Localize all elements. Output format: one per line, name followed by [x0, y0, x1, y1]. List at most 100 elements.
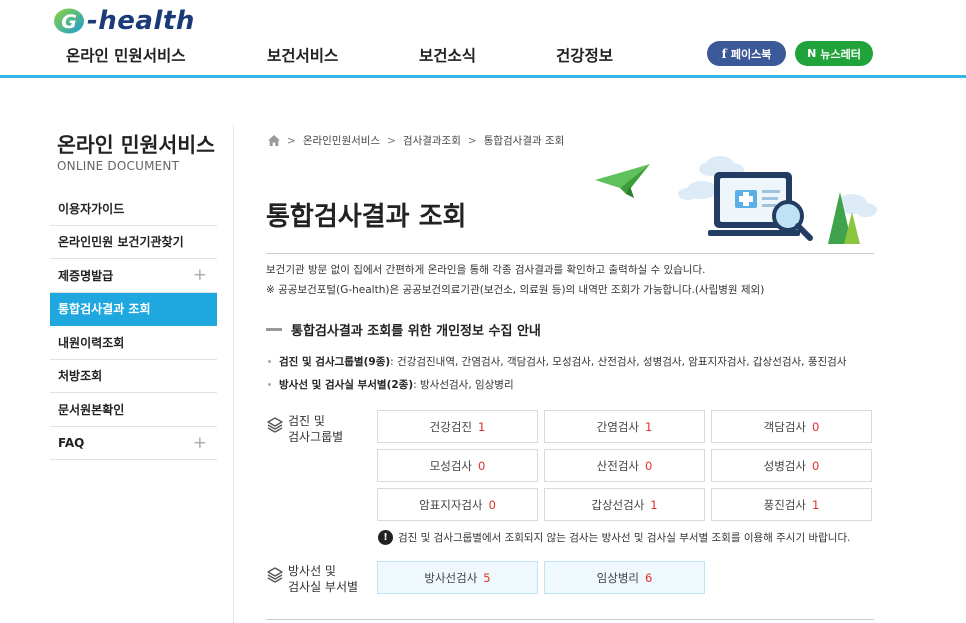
breadcrumb-separator: > [467, 134, 477, 147]
test-cell-maternal[interactable]: 모성검사 0 [377, 449, 538, 482]
gnb-health-news[interactable]: 보건소식 [419, 44, 476, 66]
sidebar-item-label: 이용자가이드 [58, 201, 125, 216]
test-count: 6 [645, 570, 653, 585]
group-notice: ! 검진 및 검사그룹별에서 조회되지 않는 검사는 방사선 및 검사실 부서별… [378, 530, 850, 545]
test-cell-label: 모성검사 [429, 458, 472, 473]
sidebar-item-user-guide[interactable]: 이용자가이드 [50, 192, 217, 226]
test-cell-thyroid[interactable]: 갑상선검사 1 [544, 488, 705, 521]
test-count: 0 [812, 419, 820, 434]
test-cell-sputum[interactable]: 객담검사 0 [711, 410, 872, 443]
sidebar-title: 온라인 민원서비스 [57, 133, 216, 157]
sidebar-item-label: 문서원본확인 [58, 402, 125, 417]
newsletter-icon: N [807, 47, 817, 60]
bottom-divider [266, 619, 874, 620]
test-cell-prenatal[interactable]: 산전검사 0 [544, 449, 705, 482]
group-label-line: 방사선 및 [288, 564, 336, 578]
breadcrumb-current: 통합검사결과 조회 [483, 135, 565, 147]
expand-plus-icon[interactable]: + [193, 265, 207, 285]
sidebar-item-faq[interactable]: FAQ + [50, 427, 217, 460]
test-cell-radiology[interactable]: 방사선검사 5 [377, 561, 538, 594]
group-label-line: 검진 및 [288, 414, 325, 428]
page-title: 통합검사결과 조회 [266, 202, 467, 232]
g-health-logo[interactable]: G -health [52, 6, 195, 36]
test-cell-rubella[interactable]: 풍진검사 1 [711, 488, 872, 521]
sidebar-item-label: 처방조회 [58, 369, 103, 384]
monitor-search-illustration [595, 156, 877, 244]
sidebar-divider [233, 125, 234, 623]
sidebar-item-visit-history[interactable]: 내원이력조회 [50, 326, 217, 360]
section-title-text: 통합검사결과 조회를 위한 개인정보 수집 안내 [291, 324, 541, 339]
newsletter-button[interactable]: N 뉴스레터 [795, 41, 873, 66]
test-count: 1 [478, 419, 486, 434]
test-cell-label: 건강검진 [429, 419, 472, 434]
logo-text: -health [87, 6, 195, 36]
exclamation-icon: ! [378, 530, 393, 545]
paper-plane-icon [595, 164, 650, 198]
layers-icon [267, 417, 283, 433]
gnb-online-service[interactable]: 온라인 민원서비스 [66, 44, 185, 66]
title-divider [266, 253, 874, 254]
bullet-bold: 방사선 및 검사실 부서별(2종) [279, 379, 414, 391]
sidebar-subtitle: ONLINE DOCUMENT [57, 159, 180, 173]
sidebar-item-prescription[interactable]: 처방조회 [50, 360, 217, 393]
test-count: 0 [478, 458, 486, 473]
breadcrumb-test-results[interactable]: 검사결과조회 [403, 133, 461, 148]
bullet-dot [268, 360, 271, 363]
home-icon[interactable] [268, 135, 280, 146]
group-label-department: 방사선 및 검사실 부서별 [266, 563, 358, 595]
test-count: 1 [645, 419, 653, 434]
test-cell-label: 임상병리 [596, 570, 639, 585]
bullet-text: : 건강검진내역, 간염검사, 객담검사, 모성검사, 산전검사, 성병검사, … [390, 356, 847, 368]
test-cell-label: 풍진검사 [763, 497, 806, 512]
test-cell-label: 간염검사 [596, 419, 639, 434]
test-cell-std[interactable]: 성병검사 0 [711, 449, 872, 482]
sidebar-item-label: 통합검사결과 조회 [58, 302, 151, 317]
g-logo-icon: G [54, 8, 84, 34]
gnb-health-service[interactable]: 보건서비스 [267, 44, 338, 66]
sidebar-menu: 이용자가이드 온라인민원 보건기관찾기 제증명발급 + 통합검사결과 조회 내원이… [50, 192, 217, 460]
test-cell-label: 산전검사 [596, 458, 639, 473]
header: G -health 온라인 민원서비스 보건서비스 보건소식 건강정보 f 페이… [0, 0, 966, 78]
description-text: 보건기관 방문 없이 집에서 간편하게 온라인을 통해 각종 검사결과를 확인하… [266, 264, 706, 276]
test-count: 0 [645, 458, 653, 473]
test-count: 0 [812, 458, 820, 473]
test-cell-health-checkup[interactable]: 건강검진 1 [377, 410, 538, 443]
test-count: 1 [812, 497, 820, 512]
bullet-item: 검진 및 검사그룹별(9종) : 건강검진내역, 간염검사, 객담검사, 모성검… [266, 354, 847, 369]
bullet-text: : 방사선검사, 임상병리 [413, 379, 514, 391]
test-cell-label: 갑상선검사 [591, 497, 645, 512]
svg-text:G: G [61, 11, 77, 33]
sidebar-item-certificate[interactable]: 제증명발급 + [50, 259, 217, 293]
newsletter-label: 뉴스레터 [820, 47, 861, 61]
test-cell-hepatitis[interactable]: 간염검사 1 [544, 410, 705, 443]
test-cell-label: 객담검사 [763, 419, 806, 434]
test-count: 0 [488, 497, 496, 512]
sidebar-item-label: 제증명발급 [58, 268, 114, 283]
bullet-item: 방사선 및 검사실 부서별(2종) : 방사선검사, 임상병리 [266, 377, 514, 392]
section-title: 통합검사결과 조회를 위한 개인정보 수집 안내 [266, 320, 541, 339]
breadcrumb-separator: > [287, 134, 296, 147]
group-label-line: 검사그룹별 [288, 430, 344, 444]
test-cell-label: 성병검사 [763, 458, 806, 473]
sidebar-item-label: 온라인민원 보건기관찾기 [58, 235, 184, 250]
breadcrumb-separator: > [387, 134, 396, 147]
test-cell-clinical-pathology[interactable]: 임상병리 6 [544, 561, 705, 594]
facebook-button[interactable]: f 페이스북 [707, 41, 786, 66]
test-count: 5 [483, 570, 491, 585]
group-label-line: 검사실 부서별 [288, 580, 359, 594]
breadcrumb-online-service[interactable]: 온라인민원서비스 [303, 133, 380, 148]
facebook-icon: f [721, 46, 727, 61]
sidebar-item-test-results[interactable]: 통합검사결과 조회 [50, 292, 217, 326]
facebook-label: 페이스북 [730, 47, 772, 61]
sidebar-item-find-institution[interactable]: 온라인민원 보건기관찾기 [50, 226, 217, 259]
gnb-health-info[interactable]: 건강정보 [556, 44, 613, 66]
bullet-dot [268, 383, 271, 386]
section-bar [266, 328, 282, 331]
notice-text: ※ 공공보건포털(G-health)은 공공보건의료기관(보건소, 의료원 등)… [266, 284, 765, 296]
expand-plus-icon[interactable]: + [193, 433, 207, 453]
test-cell-tumor-marker[interactable]: 암표지자검사 0 [377, 488, 538, 521]
sidebar-item-document-verify[interactable]: 문서원본확인 [50, 393, 217, 427]
sidebar-item-label: 내원이력조회 [58, 335, 125, 350]
group-label-checkup: 검진 및 검사그룹별 [266, 413, 343, 445]
sidebar-item-label: FAQ [58, 435, 85, 450]
